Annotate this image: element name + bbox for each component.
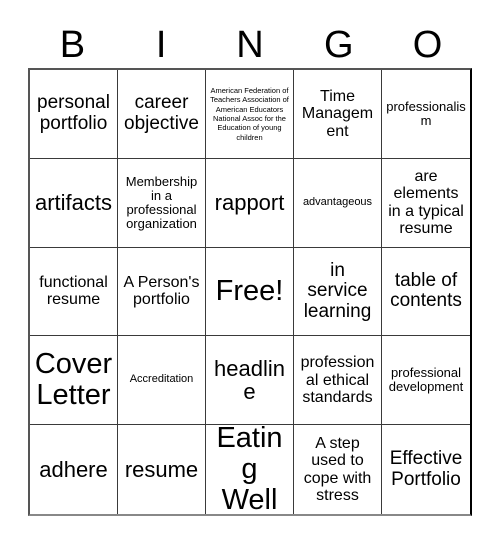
bingo-cell-label: table of contents: [390, 269, 462, 312]
bingo-cell-label: A step used to cope with stress: [303, 435, 372, 504]
bingo-cell-label: Eating Well: [216, 425, 283, 514]
bingo-cell-label: A Person's portfolio: [123, 274, 200, 309]
bingo-cell-label: headline: [214, 355, 285, 405]
bingo-cell-label: adhere: [39, 456, 108, 482]
bingo-cell[interactable]: functional resume: [30, 247, 118, 337]
bingo-cell[interactable]: Effective Portfolio: [382, 425, 470, 514]
bingo-cell-label: professional development: [388, 365, 464, 395]
bingo-header-letter-i: I: [155, 24, 167, 66]
bingo-header-letter-b: B: [59, 24, 86, 66]
bingo-cell[interactable]: professionalism: [382, 70, 470, 159]
bingo-cell[interactable]: Membership in a professional organizatio…: [118, 158, 206, 248]
bingo-cell-label: functional resume: [39, 274, 108, 309]
bingo-cell[interactable]: professional development: [382, 336, 470, 426]
bingo-cell[interactable]: career objective: [118, 70, 206, 159]
bingo-cell[interactable]: professional ethical standards: [294, 336, 382, 426]
bingo-cell[interactable]: Eating Well: [206, 425, 294, 514]
bingo-cell-label: professionalism: [386, 98, 466, 128]
bingo-cell[interactable]: A step used to cope with stress: [294, 425, 382, 514]
bingo-cell-label: resume: [124, 456, 199, 482]
bingo-cell-label: Free!: [215, 274, 284, 307]
bingo-header-letter-g: G: [324, 24, 354, 66]
bingo-cell-label: Effective Portfolio: [389, 448, 463, 490]
bingo-header-row: B I N G O: [28, 22, 472, 68]
bingo-cell-label: Membership in a professional organizatio…: [125, 173, 198, 231]
bingo-grid: personal portfolio career objective Americ…: [28, 68, 472, 516]
bingo-cell-label: Accreditation: [129, 373, 194, 386]
bingo-cell[interactable]: in service learning: [294, 247, 382, 337]
bingo-cell-label: in service learning: [303, 259, 372, 322]
bingo-card: B I N G O personal portfolio career objec…: [0, 0, 500, 544]
bingo-cell-label: are elements in a typical resume: [388, 168, 464, 237]
bingo-cell-label: advantageous: [302, 195, 373, 208]
bingo-header-letter-o: O: [412, 24, 443, 66]
bingo-cell[interactable]: Accreditation: [118, 336, 206, 426]
bingo-cell[interactable]: table of contents: [382, 247, 470, 337]
bingo-header-letter-n: N: [236, 24, 264, 66]
bingo-cell[interactable]: Cover Letter: [30, 336, 118, 426]
bingo-cell[interactable]: adhere: [30, 425, 118, 514]
bingo-cell-label: Cover Letter: [34, 347, 113, 412]
bingo-cell-label: career objective: [124, 92, 199, 134]
bingo-cell[interactable]: Time Management: [294, 70, 382, 159]
bingo-cell[interactable]: personal portfolio: [30, 70, 118, 159]
bingo-cell-label: personal portfolio: [37, 92, 110, 134]
bingo-cell[interactable]: are elements in a typical resume: [382, 158, 470, 248]
bingo-cell[interactable]: headline: [206, 336, 294, 426]
bingo-cell[interactable]: artifacts: [30, 158, 118, 248]
bingo-cell[interactable]: advantageous: [294, 158, 382, 248]
bingo-cell[interactable]: rapport: [206, 158, 294, 248]
bingo-cell-label: American Federation of Teachers Associat…: [210, 85, 289, 142]
bingo-free-space-cell[interactable]: Free!: [206, 247, 294, 337]
bingo-cell-label: Time Management: [301, 88, 374, 140]
bingo-cell-label: professional ethical standards: [300, 354, 375, 406]
bingo-cell[interactable]: A Person's portfolio: [118, 247, 206, 337]
bingo-cell[interactable]: resume: [118, 425, 206, 514]
bingo-cell-label: rapport: [214, 189, 285, 215]
bingo-cell-label: artifacts: [34, 189, 113, 215]
bingo-cell[interactable]: American Federation of Teachers Associat…: [206, 70, 294, 159]
